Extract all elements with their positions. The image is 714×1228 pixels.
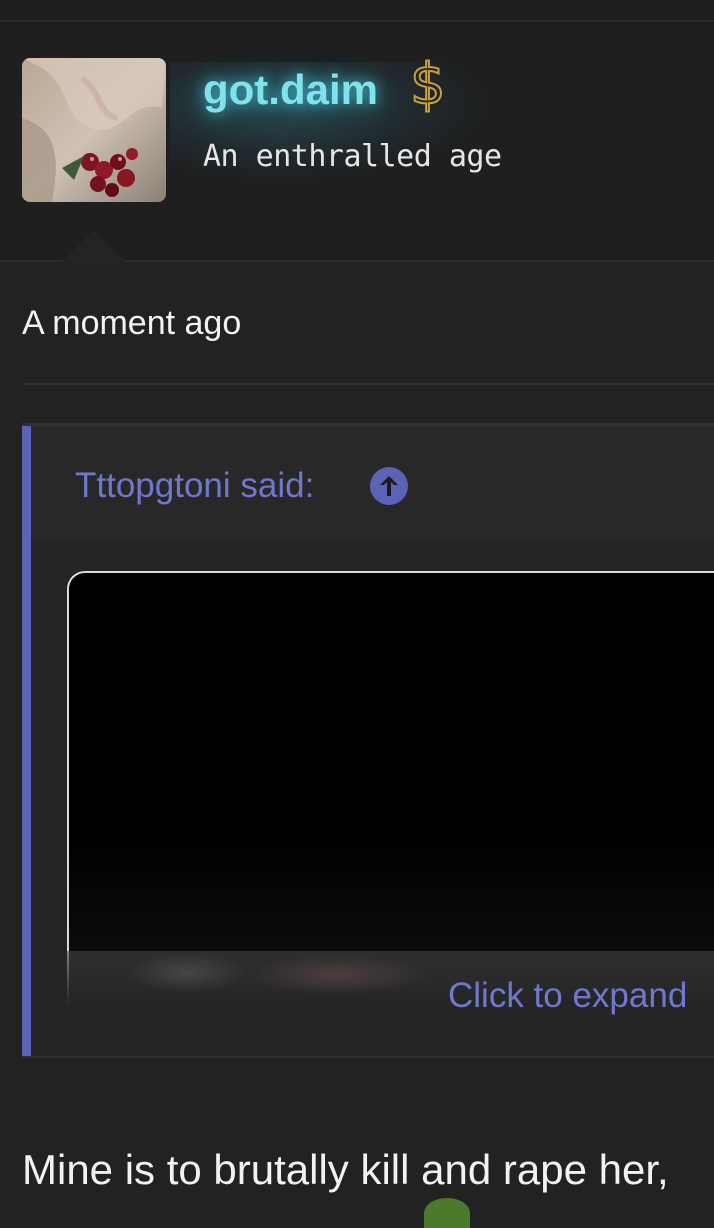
quote-header: Tttopgtoni said: — [31, 426, 714, 540]
fade-blur — [247, 955, 427, 995]
emoji-icon — [424, 1198, 470, 1228]
divider — [22, 383, 714, 385]
username[interactable]: got.daim — [203, 66, 378, 114]
top-strip — [0, 0, 714, 22]
expand-quote-link[interactable]: Click to expand — [448, 976, 687, 1016]
quoted-media-embed[interactable] — [67, 571, 714, 1005]
quote-author-link[interactable]: Tttopgtoni said: — [75, 466, 314, 506]
post-body-text: Mine is to brutally kill and rape her, — [22, 1146, 669, 1193]
quote-block: Tttopgtoni said: Click to expand — [22, 423, 714, 1058]
user-title: An enthralled age — [203, 139, 502, 174]
quote-accent-bar — [22, 426, 31, 1056]
avatar[interactable] — [22, 58, 166, 202]
header-pointer — [60, 230, 128, 264]
fade-blur — [127, 953, 247, 993]
user-header: got.daim $ An enthralled age — [0, 22, 714, 262]
post-timestamp[interactable]: A moment ago — [22, 304, 241, 343]
dollar-icon: $ — [409, 52, 447, 117]
avatar-image — [22, 58, 166, 202]
arrow-up-icon[interactable] — [370, 467, 408, 505]
